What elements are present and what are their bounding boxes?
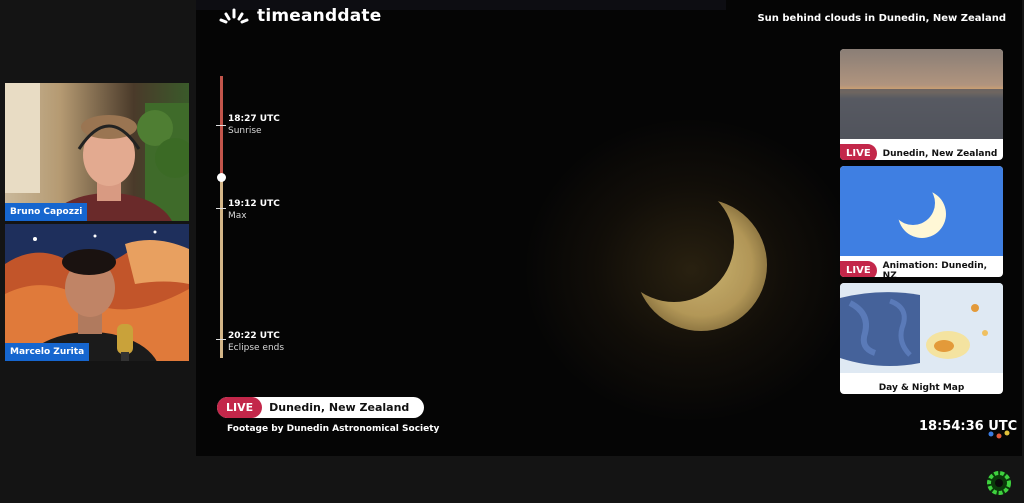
green-ring-icon[interactable] — [985, 469, 1013, 497]
live-badge: LIVE — [840, 144, 877, 160]
live-badge: LIVE — [217, 397, 263, 418]
timeline-event-time: 18:27 UTC — [228, 114, 280, 124]
timeline-tick — [216, 125, 226, 126]
timeline-current-marker — [217, 173, 226, 182]
timeline-tick — [216, 208, 226, 209]
participant-video-1 — [5, 83, 189, 221]
card-animation-thumbnail — [840, 166, 1003, 256]
timeline-event-label: Max — [228, 211, 247, 221]
footage-credit: Footage by Dunedin Astronomical Society — [227, 424, 440, 434]
card-caption-row: LIVE Animation: Dunedin, NZ — [840, 260, 1003, 277]
timeline-remaining-bar — [220, 177, 223, 358]
timeline-event-time: 20:22 UTC — [228, 331, 280, 341]
main-stream-view: timeanddate Sun behind clouds in Dunedin… — [196, 0, 1022, 456]
live-location: Dunedin, New Zealand — [269, 401, 410, 414]
card-caption: Dunedin, New Zealand — [882, 148, 998, 159]
card-caption-row: LIVE Dunedin, New Zealand — [840, 143, 1003, 160]
brand-name: timeanddate — [257, 6, 382, 26]
timeline-event-time: 19:12 UTC — [228, 199, 280, 209]
timeline-event: 18:27 UTC Sunrise — [228, 113, 280, 137]
card-caption: Day & Night Map — [878, 382, 965, 393]
timeline-tick — [216, 339, 226, 340]
timeline-event: 20:22 UTC Eclipse ends — [228, 330, 284, 354]
timeline-event-label: Eclipse ends — [228, 343, 285, 353]
day-night-map-thumbnail — [840, 283, 1003, 373]
participant-video-2 — [5, 224, 189, 361]
clock-deco-icon — [988, 430, 1010, 439]
eclipse-sun-image — [635, 199, 767, 331]
participant-tile-1[interactable]: Bruno Capozzi — [5, 83, 189, 221]
timeline-event-label: Sunrise — [228, 126, 262, 136]
brand-logo[interactable]: timeanddate — [217, 6, 381, 26]
participant-name-tag: Marcelo Zurita — [5, 343, 90, 361]
timeline-elapsed-bar — [220, 76, 223, 177]
stream-headline: Sun behind clouds in Dunedin, New Zealan… — [757, 13, 1006, 24]
eclipse-timeline — [216, 76, 226, 358]
card-live-dunedin-thumbnail — [840, 49, 1003, 139]
participant-name-tag: Bruno Capozzi — [5, 203, 88, 221]
timeline-event: 19:12 UTC Max — [228, 198, 280, 222]
timeanddate-logo-icon — [219, 8, 249, 24]
card-animation-dunedin[interactable]: LIVE Animation: Dunedin, NZ — [840, 166, 1003, 277]
participant-tile-2[interactable]: Marcelo Zurita — [5, 224, 189, 361]
live-location-banner: LIVE Dunedin, New Zealand — [217, 397, 424, 418]
card-live-dunedin[interactable]: LIVE Dunedin, New Zealand — [840, 49, 1003, 160]
card-day-night-map[interactable]: Day & Night Map — [840, 283, 1003, 394]
live-badge: LIVE — [840, 261, 877, 277]
card-caption-row: Day & Night Map — [840, 377, 1003, 394]
card-caption: Animation: Dunedin, NZ — [882, 260, 988, 278]
